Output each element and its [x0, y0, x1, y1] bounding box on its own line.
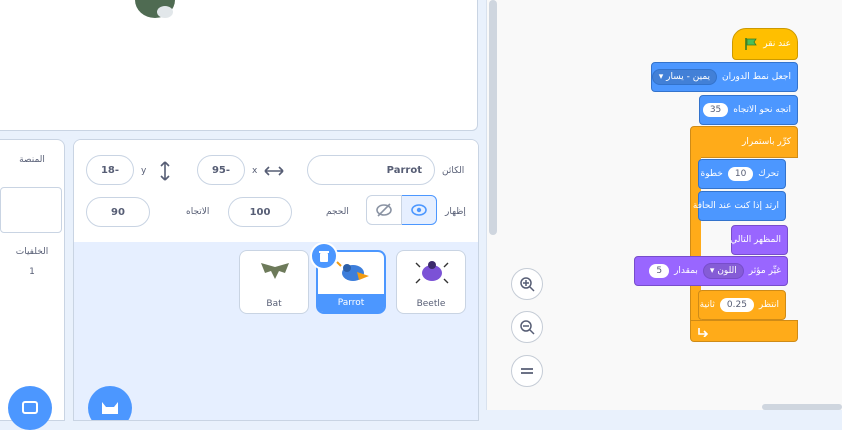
move-unit: خطوة: [700, 169, 723, 179]
effect-by-label: بمقدار: [674, 266, 698, 276]
hide-sprite-button[interactable]: [366, 195, 402, 225]
rotation-dropdown[interactable]: يمين - يسار ▾: [651, 69, 718, 85]
backdrops-label: الخلفيات: [15, 247, 49, 257]
horizontal-arrows-icon: [264, 166, 284, 176]
trash-icon: [319, 251, 329, 262]
x-input[interactable]: 95-: [197, 155, 245, 185]
sprite-list: Beetle Parrot Bat: [74, 242, 478, 420]
green-flag-icon: [745, 38, 758, 50]
choose-backdrop-button[interactable]: [8, 386, 52, 430]
horizontal-scrollbar[interactable]: [762, 404, 842, 410]
stage[interactable]: [0, 0, 478, 131]
bounce-label: ارتد إذا كنت عند الحافة: [692, 201, 779, 211]
wait-block[interactable]: انتظر 0.25 ثانية: [698, 290, 786, 320]
sprite-panel: الكائن Parrot x 95- y 18- إظهار الحجم 10…: [73, 139, 479, 421]
change-effect-block[interactable]: غيِّر مؤثر اللون ▾ بمقدار 5: [634, 256, 788, 286]
point-label: اتجه نحو الاتجاه: [733, 105, 791, 115]
sprite-card-label: Parrot: [337, 298, 365, 308]
show-label: إظهار: [445, 207, 466, 217]
zoom-in-button[interactable]: [511, 268, 543, 300]
wait-label: انتظر: [758, 300, 779, 310]
bounce-on-edge-block[interactable]: ارتد إذا كنت عند الحافة: [693, 191, 786, 221]
zoom-reset-button[interactable]: [511, 355, 543, 387]
x-label: x: [252, 166, 258, 176]
wait-seconds-input[interactable]: 0.25: [719, 298, 754, 312]
backdrop-icon: [22, 401, 38, 414]
y-label: y: [141, 166, 147, 176]
point-in-direction-block[interactable]: اتجه نحو الاتجاه 35: [699, 95, 798, 125]
zoom-out-icon: [520, 320, 535, 335]
sprite-name-input[interactable]: Parrot: [307, 155, 435, 185]
zoom-in-icon: [520, 277, 535, 292]
parrot-sprite-on-stage[interactable]: [125, 0, 205, 30]
sprite-card-bat[interactable]: Bat: [239, 250, 309, 314]
sprite-card-beetle[interactable]: Beetle: [396, 250, 466, 314]
rotation-label: اجعل نمط الدوران: [722, 72, 791, 82]
loop-arrow-icon: [698, 328, 709, 337]
set-rotation-style-block[interactable]: اجعل نمط الدوران يمين - يسار ▾: [651, 62, 798, 92]
sprite-name-label: الكائن: [442, 166, 465, 176]
move-steps-block[interactable]: تحرك 10 خطوة: [698, 159, 786, 189]
effect-dropdown[interactable]: اللون ▾: [702, 263, 744, 279]
delete-sprite-button[interactable]: [310, 242, 338, 270]
effect-amount-input[interactable]: 5: [649, 264, 670, 278]
direction-input[interactable]: 90: [86, 197, 150, 227]
parrot-icon: [336, 261, 369, 281]
sprite-card-label: Beetle: [416, 299, 446, 309]
sprite-card-label: Bat: [266, 299, 282, 309]
rotation-value: يمين - يسار: [666, 72, 711, 82]
wait-unit: ثانية: [699, 300, 715, 310]
hat-label: عند نقر: [763, 39, 791, 49]
zoom-out-button[interactable]: [511, 311, 543, 343]
sprite-info: الكائن Parrot x 95- y 18- إظهار الحجم 10…: [74, 140, 478, 243]
eye-icon: [411, 204, 427, 216]
direction-label: الاتجاه: [186, 207, 210, 217]
size-input[interactable]: 100: [228, 197, 292, 227]
move-label: تحرك: [758, 169, 779, 179]
point-direction-input[interactable]: 35: [702, 103, 729, 117]
beetle-icon: [415, 261, 449, 284]
next-costume-block[interactable]: المظهر التالي: [730, 225, 788, 255]
forever-label: كرِّر باستمرار: [742, 137, 791, 147]
when-flag-clicked-block[interactable]: عند نقر: [732, 28, 798, 60]
size-label: الحجم: [326, 207, 349, 217]
stage-selector-panel: المنصة الخلفيات 1: [0, 139, 65, 430]
forever-block-bottom: [690, 320, 798, 342]
bat-icon: [261, 263, 289, 279]
eye-off-icon: [376, 203, 392, 217]
backdrops-count: 1: [29, 267, 35, 277]
forever-block[interactable]: كرِّر باستمرار: [690, 126, 798, 158]
show-visible-button[interactable]: [401, 195, 437, 225]
next-costume-label: المظهر التالي: [730, 235, 781, 245]
cat-icon: [102, 402, 118, 414]
vertical-arrows-icon: [160, 161, 170, 181]
effect-label: غيِّر مؤثر: [748, 266, 781, 276]
stage-thumbnail[interactable]: [0, 187, 62, 233]
y-input[interactable]: 18-: [86, 155, 134, 185]
stage-title: المنصة: [19, 155, 45, 165]
effect-value: اللون: [717, 266, 737, 276]
move-steps-input[interactable]: 10: [727, 167, 754, 181]
equals-icon: [521, 368, 533, 374]
vertical-scrollbar[interactable]: [489, 0, 497, 235]
